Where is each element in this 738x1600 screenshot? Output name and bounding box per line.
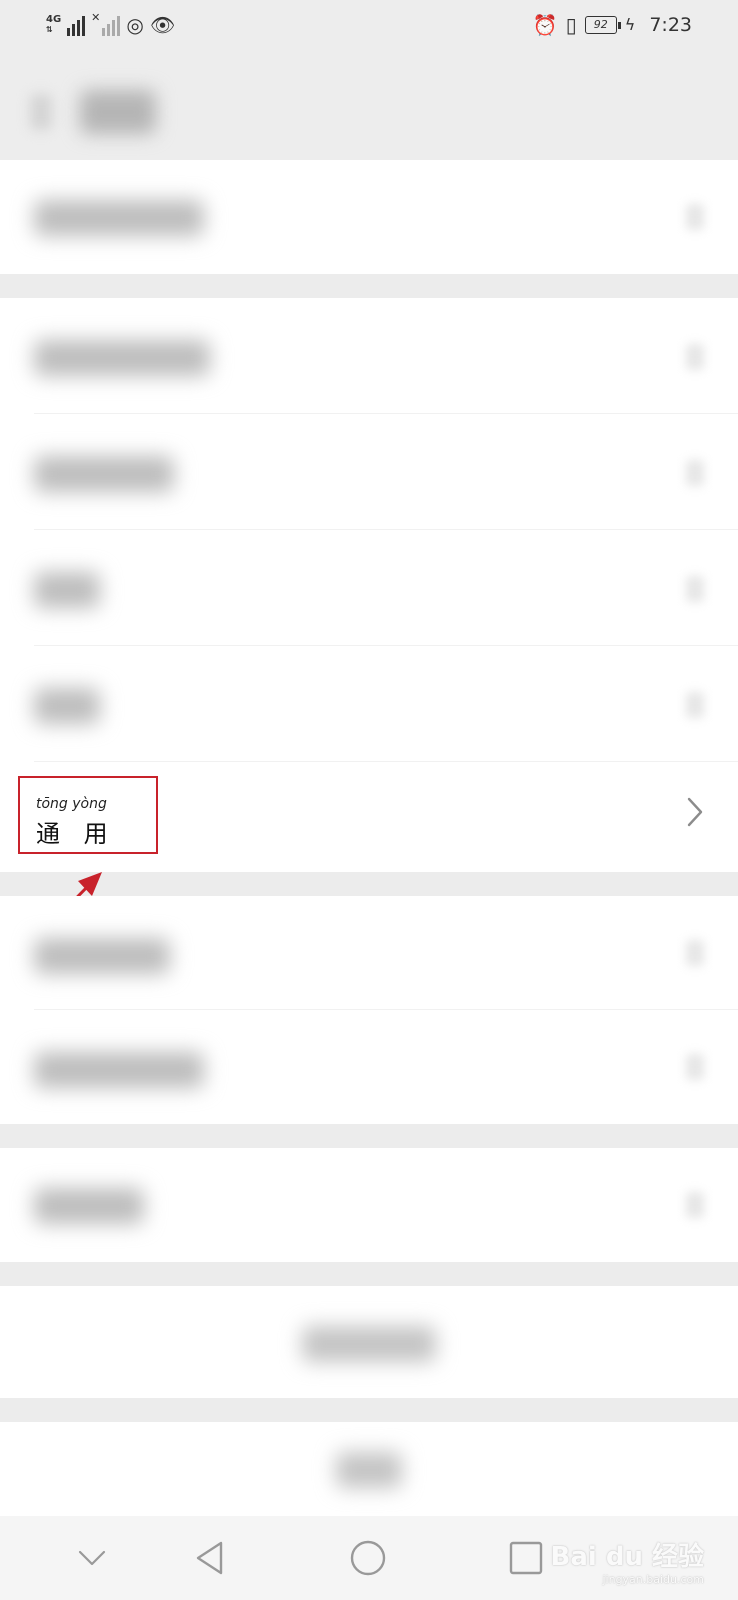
settings-row-5[interactable] <box>0 646 738 762</box>
settings-row-2[interactable] <box>0 298 738 414</box>
row-label <box>34 200 204 236</box>
status-left: 4G ⇅ ✕ ◎ 👁 <box>46 10 176 37</box>
settings-row-1[interactable] <box>0 160 738 274</box>
watermark-sub: jingyan.baidu.com <box>602 1573 704 1586</box>
status-right: ⏰ ▯ 92 ϟ 7:23 <box>533 14 692 36</box>
chevron-right-icon <box>686 1054 704 1080</box>
chevron-right-icon <box>686 692 704 718</box>
chevron-right-icon <box>686 1192 704 1218</box>
row-label <box>34 938 170 974</box>
settings-row-4[interactable] <box>0 530 738 646</box>
signal-off-icon <box>102 14 121 36</box>
recents-square-icon[interactable] <box>504 1536 548 1580</box>
chevron-right-icon <box>686 576 704 602</box>
settings-row-8[interactable] <box>0 1148 738 1262</box>
chevron-right-icon <box>686 940 704 966</box>
chevron-right-icon <box>686 344 704 370</box>
watermark-main: Bai du 经验 <box>550 1542 705 1572</box>
general-label: 通 用 <box>36 820 116 848</box>
battery-level: 92 <box>593 18 608 31</box>
row-label <box>34 1188 144 1224</box>
chevron-right-icon <box>687 797 703 827</box>
switch-account-button[interactable] <box>302 1326 436 1362</box>
back-arrow-icon[interactable] <box>30 94 52 130</box>
alarm-icon: ⏰ <box>532 13 558 37</box>
settings-row-7[interactable] <box>0 1010 738 1124</box>
settings-row-3[interactable] <box>0 414 738 530</box>
highlight-box: tōng yòng 通 用 <box>18 776 158 854</box>
network-type-icon: 4G ⇅ <box>46 14 62 35</box>
row-label <box>34 340 210 376</box>
switch-account-row[interactable] <box>0 1286 738 1398</box>
status-bar: 4G ⇅ ✕ ◎ 👁 ⏰ ▯ 92 ϟ 7:23 <box>0 0 738 62</box>
back-triangle-icon[interactable] <box>188 1536 232 1580</box>
no-service-icon: ✕ <box>91 10 101 24</box>
baidu-jingyan-watermark: Bai du 经验 jingyan.baidu.com <box>551 1536 705 1586</box>
network-type-label: 4G <box>46 14 62 25</box>
hide-nav-chevron-down-icon[interactable] <box>70 1536 114 1580</box>
row-label <box>34 1052 204 1088</box>
general-pinyin: tōng yòng <box>36 796 107 812</box>
battery-icon: 92 <box>584 16 621 34</box>
chevron-right-icon <box>686 204 704 230</box>
row-label <box>34 688 100 724</box>
logout-row[interactable] <box>0 1422 738 1516</box>
charging-icon: ϟ <box>624 15 636 34</box>
status-time: 7:23 <box>649 14 692 36</box>
signal-icon <box>67 14 86 36</box>
hotspot-icon: ◎ <box>126 13 144 37</box>
logout-button[interactable] <box>336 1452 402 1488</box>
row-label <box>34 572 100 608</box>
system-nav-bar: Bai du 经验 jingyan.baidu.com <box>0 1516 738 1600</box>
chevron-right-icon <box>686 460 704 486</box>
row-label <box>34 456 174 492</box>
page-title <box>80 90 156 134</box>
eye-comfort-icon: 👁 <box>149 13 176 37</box>
vibrate-icon: ▯ <box>565 13 577 37</box>
settings-row-6[interactable] <box>0 896 738 1010</box>
home-circle-icon[interactable] <box>346 1536 390 1580</box>
title-bar <box>0 62 738 160</box>
